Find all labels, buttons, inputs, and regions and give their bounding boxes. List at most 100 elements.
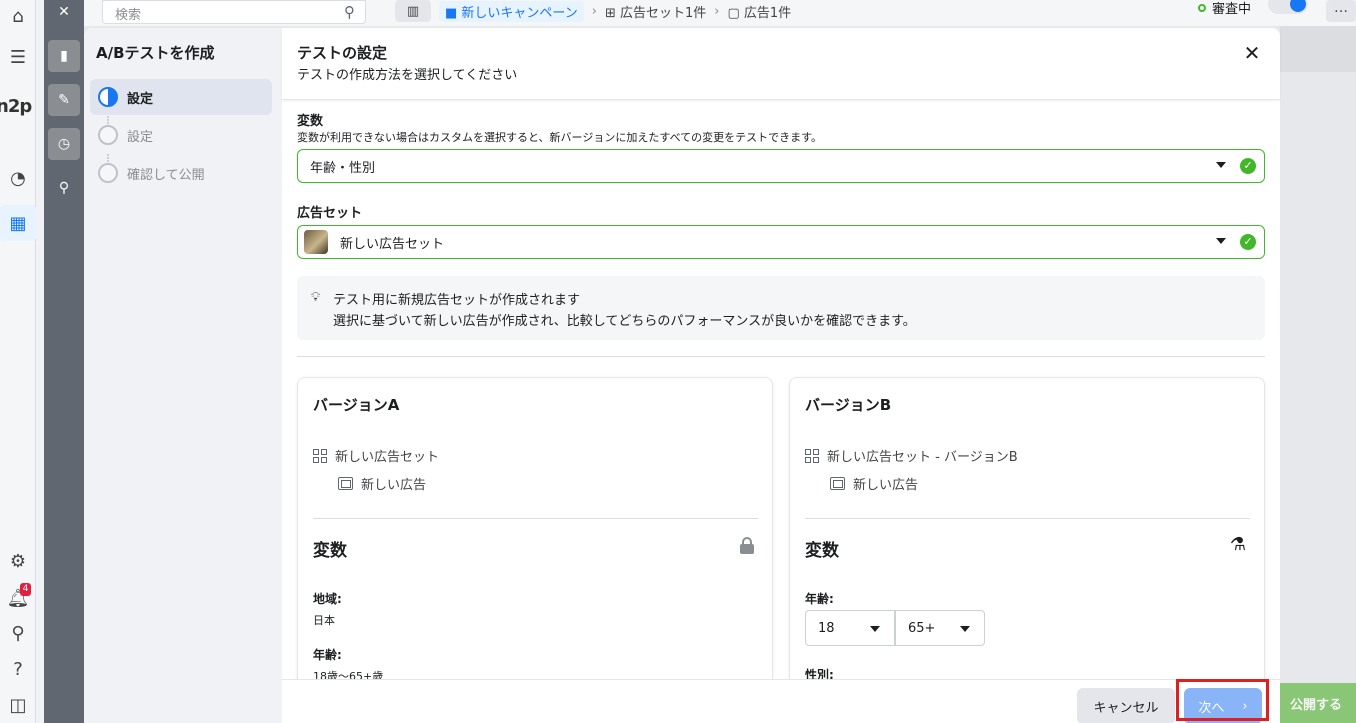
age-max-select[interactable]: 65+ <box>895 610 985 646</box>
card-divider <box>805 518 1250 519</box>
search-icon[interactable]: ⚲ <box>6 621 30 645</box>
status-badge: 審査中 <box>1198 0 1251 17</box>
step-settings[interactable]: 設定 <box>90 117 272 153</box>
global-nav: ⌂ ☰ n2p ◔ ▦ ⚙ 🔔︎ 4 ⚲ ? ◫ <box>0 0 36 723</box>
step-label: 確認して公開 <box>127 167 205 183</box>
version-a-ad: 新しい広告 <box>338 474 426 493</box>
adset-grid-icon <box>313 448 327 463</box>
breadcrumb-campaign[interactable]: ■ 新しいキャンペーン <box>439 0 584 22</box>
dashboard-icon[interactable]: ◔ <box>6 166 30 190</box>
step-circle-icon <box>98 163 118 183</box>
adset-thumbnail <box>304 230 328 254</box>
settings-icon[interactable]: ⚙ <box>6 549 30 573</box>
menu-icon[interactable]: ☰ <box>6 45 30 69</box>
help-icon[interactable]: ? <box>6 657 30 681</box>
cancel-button[interactable]: キャンセル <box>1077 688 1175 723</box>
version-a-adset-label: 新しい広告セット <box>335 450 440 465</box>
version-b-ad-label: 新しい広告 <box>853 478 919 493</box>
caret-down-icon <box>960 626 970 632</box>
region-value: 日本 <box>313 614 335 627</box>
close-icon[interactable]: ✕ <box>1240 42 1264 66</box>
history-icon[interactable]: ◷ <box>48 128 80 160</box>
step-settings-active[interactable]: 設定 <box>90 79 272 115</box>
version-a-card: バージョンA 新しい広告セット 新しい広告 変数 地域: 日本 年齢: 18歳〜… <box>297 377 773 679</box>
version-b-ad: 新しい広告 <box>830 474 918 493</box>
age-min-select[interactable]: 18 <box>805 610 895 646</box>
toggle-knob <box>1290 0 1306 12</box>
region-key: 地域: <box>313 592 342 606</box>
caret-down-icon <box>870 626 880 632</box>
panel-toggle-icon[interactable]: ▥ <box>395 0 431 22</box>
adset-label: 広告セット <box>297 206 363 221</box>
dialog-header: テストの設定 テストの作成方法を選択してください ✕ <box>282 28 1280 100</box>
step-circle-icon <box>98 125 118 145</box>
step-progress-icon <box>98 87 118 107</box>
steps-title: A/Bテストを作成 <box>96 44 215 62</box>
variable-select-value: 年齢・性別 <box>310 160 376 176</box>
version-a-adset: 新しい広告セット <box>313 446 439 465</box>
inspect-icon[interactable]: ⚲ <box>48 172 80 204</box>
divider <box>297 356 1265 357</box>
close-editor-icon[interactable]: ✕ <box>48 0 80 28</box>
variable-select[interactable]: 年齢・性別 ✓ <box>297 149 1265 183</box>
breadcrumb-adset[interactable]: ⊞ 広告セット1件 <box>605 2 706 21</box>
info-banner: 💡︎ テスト用に新規広告セットが作成されます 選択に基づいて新しい広告が作成され… <box>297 276 1265 340</box>
dialog-footer: キャンセル 次へ › <box>282 679 1280 723</box>
version-a-variables-title: 変数 <box>313 541 347 561</box>
campaign-toggle[interactable] <box>1268 0 1308 14</box>
charts-icon[interactable]: ▮ <box>48 40 80 72</box>
adset-select[interactable]: 新しい広告セット ✓ <box>297 225 1265 259</box>
version-a-ad-label: 新しい広告 <box>361 478 427 493</box>
age-value: 18歳〜65+歳 <box>313 670 384 679</box>
chevron-right-icon: › <box>714 3 720 19</box>
flask-icon: ⚗ <box>1229 534 1246 555</box>
magnifier-icon: ⚲ <box>344 3 355 21</box>
step-review-publish[interactable]: 確認して公開 <box>90 155 272 191</box>
sidebar-toggle-icon[interactable]: ◫ <box>6 693 30 717</box>
lightbulb-icon: 💡︎ <box>311 290 321 305</box>
step-label: 設定 <box>127 91 154 107</box>
adset-select-value: 新しい広告セット <box>340 236 445 252</box>
card-divider <box>313 518 758 519</box>
version-b-adset: 新しい広告セット - バージョンB <box>805 446 1018 465</box>
version-a-title: バージョンA <box>313 396 400 414</box>
caret-down-icon <box>1216 238 1226 244</box>
step-label: 設定 <box>127 129 154 145</box>
version-b-title: バージョンB <box>805 396 892 414</box>
test-settings-dialog: テストの設定 テストの作成方法を選択してください ✕ 変数 変数が利用できない場… <box>282 28 1280 723</box>
brand-logo: n2p <box>0 96 32 117</box>
steps-panel: A/Bテストを作成 設定 設定 確認して公開 <box>84 28 282 723</box>
ads-manager-icon[interactable]: ▦ <box>0 205 36 241</box>
dialog-title: テストの設定 <box>297 44 388 62</box>
version-b-variables-title: 変数 <box>805 541 839 561</box>
breadcrumb-campaign-label: 新しいキャンペーン <box>461 5 578 21</box>
gender-key: 性別: <box>805 668 834 679</box>
breadcrumb-ad[interactable]: ▢ 広告1件 <box>728 2 792 21</box>
variable-help: 変数が利用できない場合はカスタムを選択すると、新バージョンに加えたすべての変更を… <box>297 131 823 144</box>
check-circle-icon: ✓ <box>1240 234 1256 250</box>
caret-down-icon <box>1216 162 1226 168</box>
breadcrumb-ad-label: 広告1件 <box>743 5 792 21</box>
variable-label: 変数 <box>297 114 324 129</box>
search-input[interactable]: 検索 ⚲ <box>102 0 366 24</box>
age-key: 年齢: <box>313 648 342 662</box>
ad-icon <box>830 477 845 490</box>
version-b-card: バージョンB 新しい広告セット - バージョンB 新しい広告 変数 ⚗ 年齢: … <box>789 377 1265 679</box>
info-line-2: 選択に基づいて新しい広告が作成され、比較してどちらのパフォーマンスが良いかを確認… <box>333 314 916 329</box>
status-label: 審査中 <box>1212 2 1252 17</box>
dialog-subtitle: テストの作成方法を選択してください <box>297 68 518 83</box>
search-placeholder: 検索 <box>115 8 142 23</box>
dialog-body: 変数 変数が利用できない場合はカスタムを選択すると、新バージョンに加えたすべての… <box>282 101 1280 679</box>
chevron-right-icon: › <box>591 3 597 19</box>
ad-icon <box>338 477 353 490</box>
home-icon[interactable]: ⌂ <box>6 4 30 28</box>
breadcrumb-adset-label: 広告セット1件 <box>620 5 707 21</box>
lock-icon <box>740 537 754 554</box>
more-options-button[interactable]: … <box>1326 0 1356 22</box>
version-b-adset-label: 新しい広告セット - バージョンB <box>827 450 1018 465</box>
status-dot-icon <box>1198 3 1206 12</box>
edit-icon[interactable]: ✎ <box>48 84 80 116</box>
age-key: 年齢: <box>805 592 834 606</box>
age-max-value: 65+ <box>908 620 936 636</box>
highlight-box <box>1176 679 1269 721</box>
